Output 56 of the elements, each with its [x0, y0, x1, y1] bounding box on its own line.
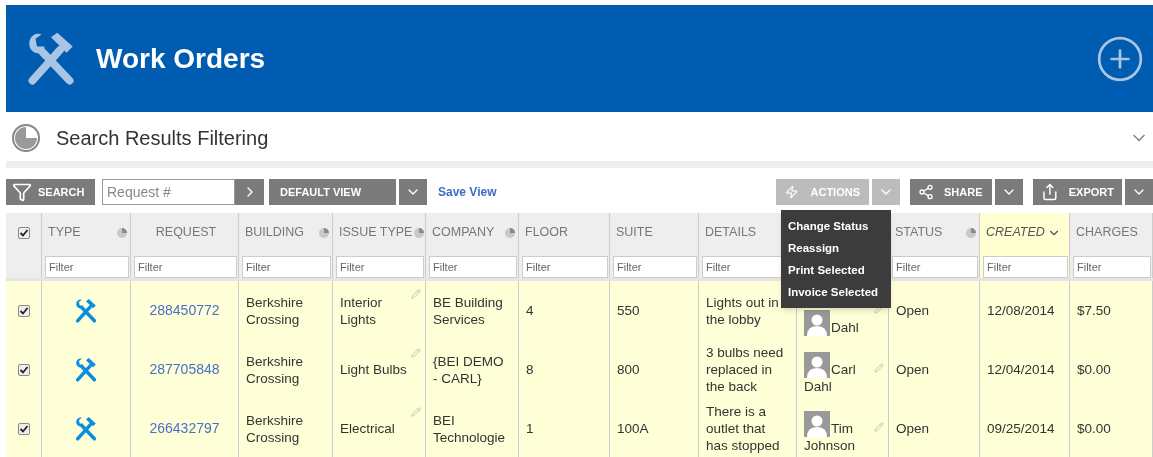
filter-field[interactable]: Filter [522, 256, 608, 278]
table-cell-text: BE Building Services [433, 293, 504, 328]
table-cell: Electrical [340, 420, 395, 437]
assignee-name: Carl Dahl [804, 352, 873, 395]
table-cell: Open [896, 302, 930, 319]
table-cell-text: Berkshire Crossing [246, 352, 305, 387]
filter-field[interactable]: Filter [45, 256, 129, 278]
search-button[interactable]: SEARCH [6, 179, 95, 205]
panel-title: Search Results Filtering [56, 126, 269, 151]
column-header[interactable]: CREATED [980, 213, 1070, 252]
table-cell: Light Bulbs [340, 361, 407, 378]
filter-panel-header[interactable]: Search Results Filtering [6, 115, 1153, 168]
table-cell-text: Interior Lights [340, 293, 384, 328]
filter-field[interactable]: Filter [983, 256, 1068, 278]
table-cell: 09/25/2014 [987, 420, 1055, 437]
table-cell: 100A [617, 420, 649, 437]
request-field[interactable]: Request # [102, 179, 235, 205]
table-cell-text: 3 bulbs need replaced in the back [706, 344, 785, 395]
export-button[interactable]: EXPORT [1033, 179, 1122, 205]
table-cell-text: Berkshire Crossing [246, 293, 305, 328]
table-row[interactable]: 266432797 Berkshire Crossing Electrical BEI Technologie 1 100A There is a outlet that has stopped Tim Johnson Open 09/25/2014 $0.00 [6, 399, 1153, 457]
assignee-name: Dahl [804, 310, 859, 336]
filter-field[interactable]: Filter [892, 256, 978, 278]
table-cell: 12/08/2014 [987, 302, 1055, 319]
table-cell: 8 [526, 361, 534, 378]
request-link[interactable]: 288450772 [149, 302, 220, 319]
table-cell: 800 [617, 361, 640, 378]
save-view-link[interactable]: Save View [438, 183, 497, 201]
request-link[interactable]: 266432797 [149, 420, 220, 437]
table-cell: 550 [617, 302, 640, 319]
page-title: Work Orders [96, 41, 266, 76]
share-button[interactable]: SHARE [910, 179, 992, 205]
table-cell: $0.00 [1077, 361, 1111, 378]
table-cell: 12/04/2014 [987, 361, 1055, 378]
table-cell-text: Lights out in the lobby [706, 293, 780, 328]
table-cell: $0.00 [1077, 420, 1111, 437]
request-link[interactable]: 287705848 [149, 361, 220, 378]
assignee-name: Tim Johnson [804, 411, 873, 454]
menu-item[interactable]: Invoice Selected [788, 283, 884, 301]
table-cell: 1 [526, 420, 534, 437]
filter-field[interactable]: Filter [242, 256, 331, 278]
table-cell-text: BEI Technologie [433, 411, 507, 446]
filter-field[interactable]: Filter [134, 256, 237, 278]
table-cell-text: {BEI DEMO - CARL} [433, 352, 505, 387]
table-cell: $7.50 [1077, 302, 1111, 319]
filter-field[interactable]: Filter [336, 256, 424, 278]
view-button[interactable]: DEFAULT VIEW [269, 179, 396, 205]
table-cell: 4 [526, 302, 534, 319]
filter-field[interactable]: Filter [1073, 256, 1151, 278]
table-row[interactable]: 287705848 Berkshire Crossing Light Bulbs {BEI DEMO - CARL} 8 800 3 bulbs need replaced in the back Carl Dahl Open 12/04/2014 $0.00 [6, 340, 1153, 399]
table-cell-text: Berkshire Crossing [246, 411, 305, 446]
filter-field[interactable]: Filter [429, 256, 517, 278]
table-cell: Open [896, 420, 930, 437]
table-cell-text: There is a outlet that has stopped [706, 403, 781, 454]
table-cell: Open [896, 361, 930, 378]
filter-field[interactable]: Filter [613, 256, 697, 278]
